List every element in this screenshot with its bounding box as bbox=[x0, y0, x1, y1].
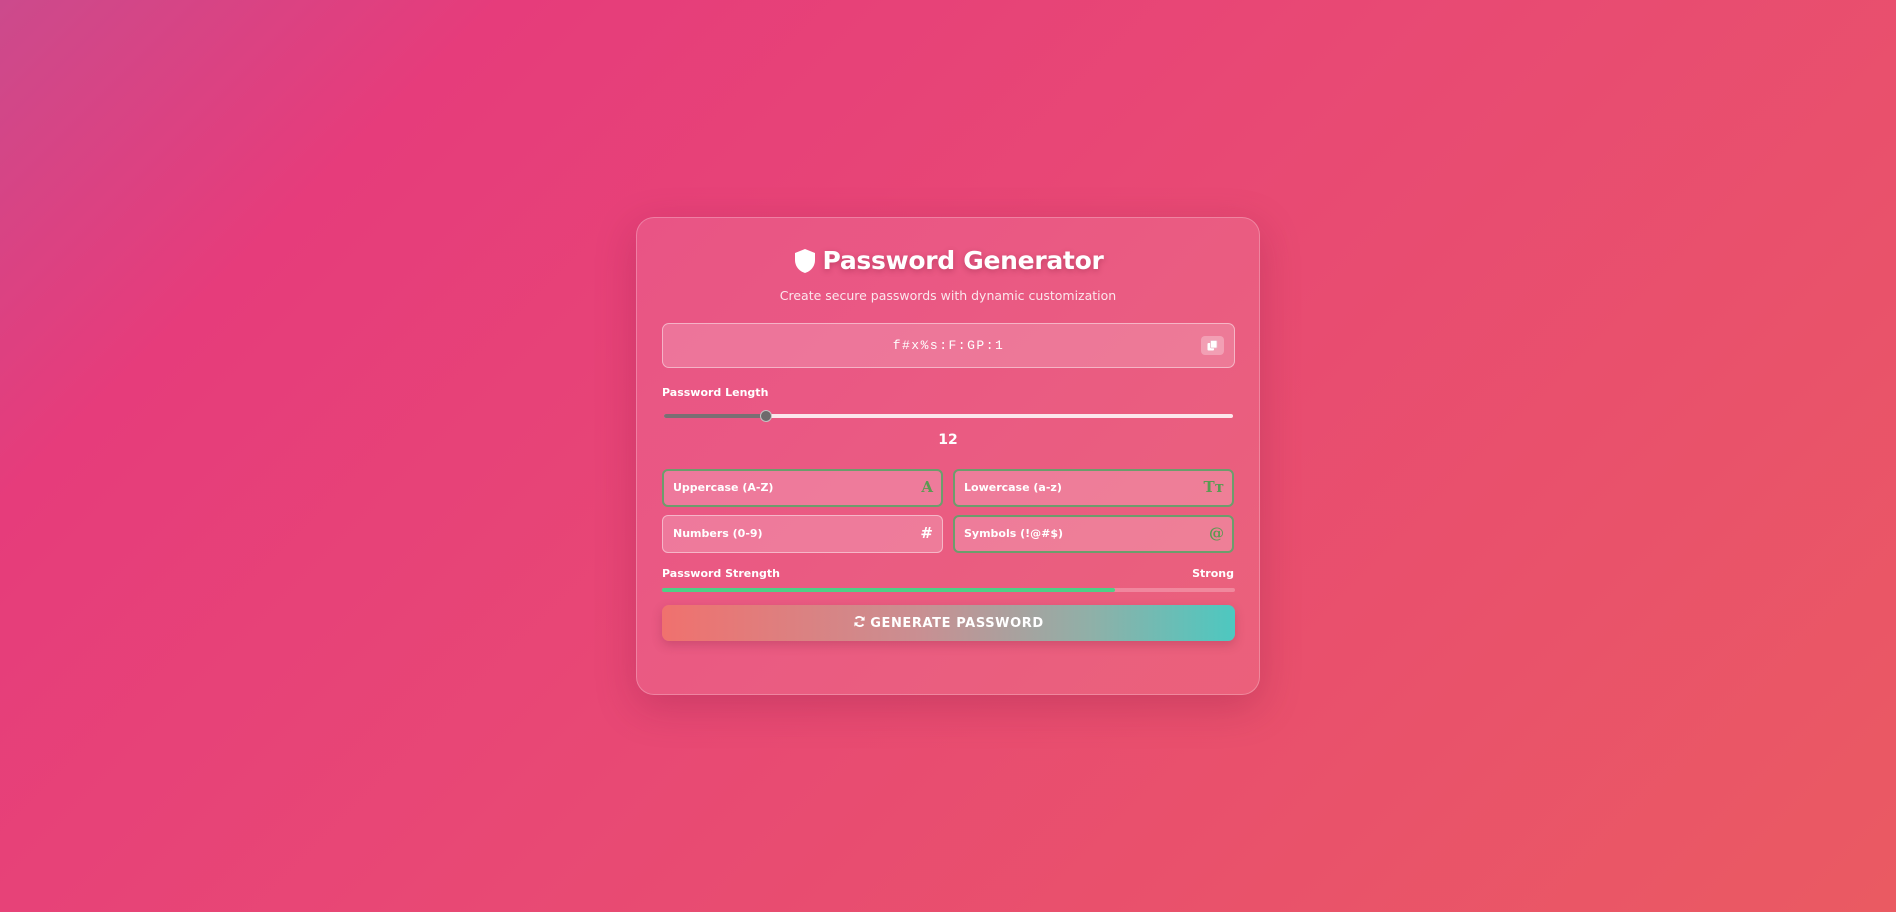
option-lowercase[interactable]: Lowercase (a-z) Tт bbox=[953, 469, 1234, 507]
at-icon: @ bbox=[1209, 524, 1224, 542]
option-numbers[interactable]: Numbers (0-9) # bbox=[662, 515, 943, 553]
password-generator-card: Password Generator Create secure passwor… bbox=[636, 217, 1260, 695]
length-value: 12 bbox=[938, 432, 958, 448]
length-slider[interactable] bbox=[664, 410, 1233, 422]
shield-icon bbox=[793, 248, 817, 274]
option-symbols-label: Symbols (!@#$) bbox=[964, 527, 1064, 540]
refresh-icon bbox=[853, 615, 866, 632]
password-output[interactable]: f#x%s:F:GP:1 bbox=[662, 323, 1235, 368]
uppercase-icon: A bbox=[921, 478, 933, 496]
generate-password-button[interactable]: GENERATE PASSWORD bbox=[662, 605, 1235, 641]
option-numbers-label: Numbers (0-9) bbox=[673, 527, 763, 540]
length-label: Password Length bbox=[662, 386, 769, 399]
option-uppercase-label: Uppercase (A-Z) bbox=[673, 481, 774, 494]
generate-password-label: GENERATE PASSWORD bbox=[870, 615, 1044, 631]
strength-meter-fill bbox=[662, 588, 1115, 592]
text-case-icon: Tт bbox=[1203, 478, 1224, 496]
option-lowercase-label: Lowercase (a-z) bbox=[964, 481, 1062, 494]
strength-label: Password Strength bbox=[662, 567, 780, 580]
page-title-row: Password Generator bbox=[637, 246, 1259, 275]
length-slider-fill bbox=[664, 414, 767, 418]
page-subtitle: Create secure passwords with dynamic cus… bbox=[779, 288, 1117, 303]
option-uppercase[interactable]: Uppercase (A-Z) A bbox=[662, 469, 943, 507]
strength-value: Strong bbox=[1192, 567, 1234, 580]
password-text[interactable]: f#x%s:F:GP:1 bbox=[663, 338, 1234, 353]
option-symbols[interactable]: Symbols (!@#$) @ bbox=[953, 515, 1234, 553]
page-title: Password Generator bbox=[822, 246, 1104, 275]
copy-button[interactable] bbox=[1201, 336, 1224, 355]
hash-icon: # bbox=[920, 524, 933, 542]
length-slider-thumb[interactable] bbox=[760, 410, 773, 422]
strength-meter bbox=[662, 588, 1235, 592]
copy-icon bbox=[1207, 336, 1218, 355]
